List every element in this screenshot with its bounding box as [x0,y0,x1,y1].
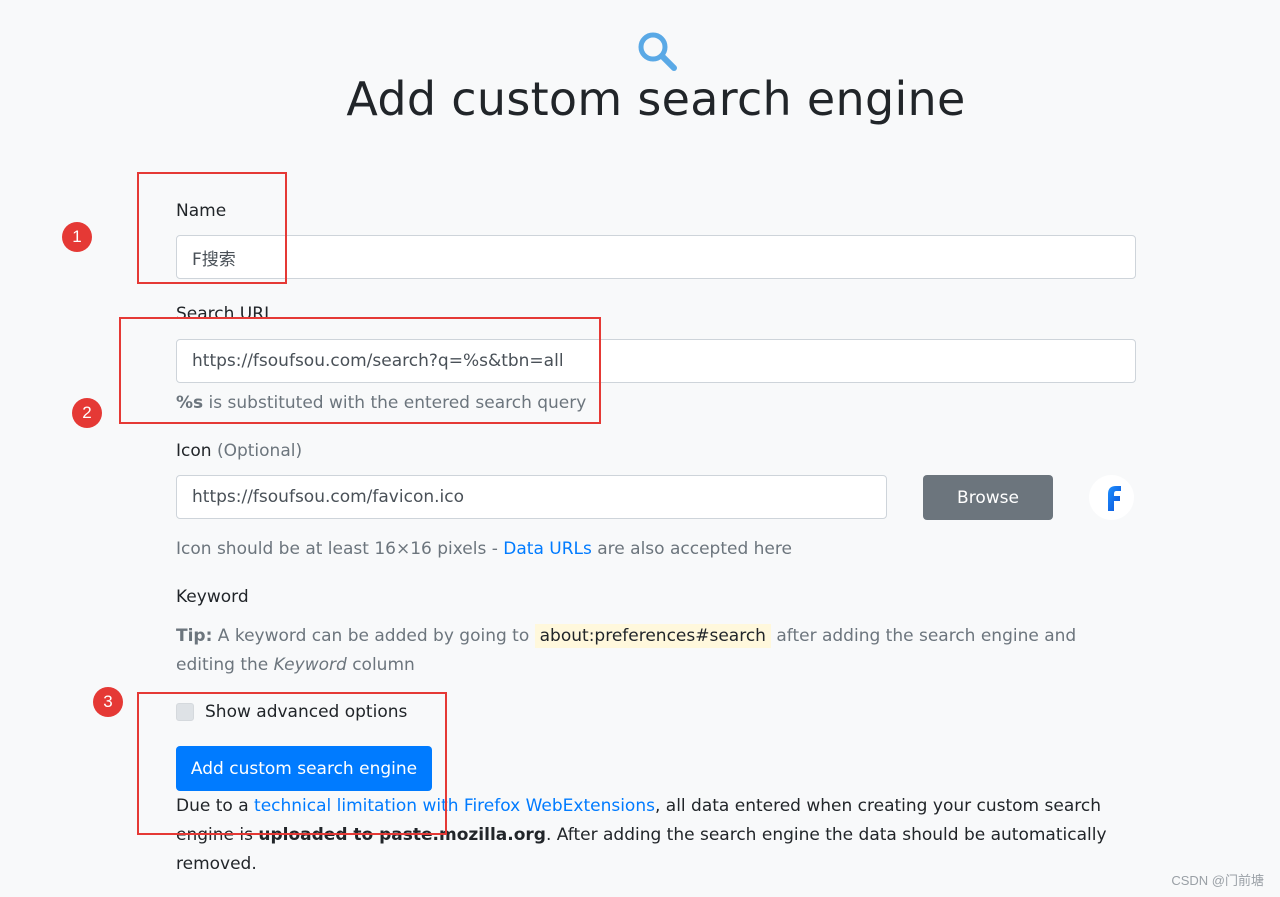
search-url-input[interactable] [176,339,1136,383]
watermark: CSDN @门前塘 [1171,873,1264,888]
advanced-options-label[interactable]: Show advanced options [205,702,407,722]
icon-label: Icon (Optional) [176,441,302,461]
annotation-marker-3: 3 [93,687,123,717]
search-url-help: %s is substituted with the entered searc… [176,393,586,413]
preferences-code: about:preferences#search [534,624,771,648]
keyword-tip: Tip: A keyword can be added by going to … [176,622,1136,680]
icon-help-prefix: Icon should be at least 16×16 pixels - [176,539,504,559]
placeholder-token: %s [176,393,204,413]
annotation-marker-1: 1 [62,222,92,252]
icon-help-suffix: are also accepted here [591,539,792,559]
search-url-label: Search URL [176,304,274,324]
tip-bold: Tip: [176,626,213,646]
advanced-options-checkbox[interactable] [176,703,194,721]
data-urls-link[interactable]: Data URLs [503,539,592,559]
tip-text-1: A keyword can be added by going to [212,626,535,646]
favicon-f-icon [1107,485,1121,511]
tip-italic: Keyword [273,655,347,675]
tip-text-3: column [346,655,415,675]
favicon-preview [1089,475,1134,520]
search-icon [638,32,677,71]
technical-limitation-link[interactable]: technical limitation with Firefox WebExt… [254,796,655,816]
page: Add custom search engine Name Search URL… [0,0,1280,897]
search-url-help-text: is substituted with the entered search q… [203,393,587,413]
icon-url-input[interactable] [176,475,887,519]
icon-label-text: Icon [176,441,212,461]
note-prefix: Due to a [176,796,255,816]
icon-label-optional: (Optional) [216,441,303,461]
icon-help: Icon should be at least 16×16 pixels - D… [176,539,792,559]
page-title: Add custom search engine [346,72,966,126]
upload-note: Due to a technical limitation with Firef… [176,792,1136,879]
browse-button[interactable]: Browse [923,475,1053,520]
add-search-engine-button[interactable]: Add custom search engine [176,746,432,791]
annotation-marker-2: 2 [72,398,102,428]
note-bold: uploaded to paste.mozilla.org [258,825,546,845]
keyword-label: Keyword [176,587,249,607]
name-input[interactable] [176,235,1136,279]
name-label: Name [176,201,227,221]
